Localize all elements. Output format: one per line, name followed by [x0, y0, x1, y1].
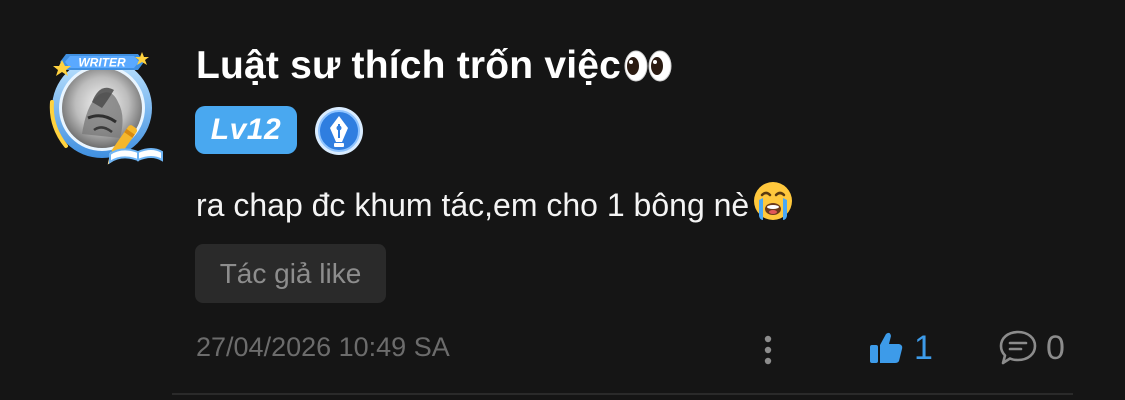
fountain-pen-icon [314, 106, 364, 156]
divider [172, 393, 1073, 395]
eyes-emoji-icon [623, 49, 673, 83]
like-count: 1 [914, 328, 933, 367]
writer-avatar-frame-icon: WRITER [49, 52, 163, 165]
comment-body: ra chap đc khum tác,em cho 1 bông nè [196, 180, 795, 230]
comment-item: WRITER Luật sư thích trốn việc Lv12 ra c… [0, 0, 1125, 400]
loudly-crying-face-emoji-icon [751, 180, 795, 230]
like-button[interactable]: 1 [868, 326, 933, 370]
reply-button[interactable]: 0 [998, 326, 1065, 370]
author-like-chip: Tác giả like [195, 244, 386, 303]
level-badge: Lv12 [195, 106, 297, 154]
avatar-frame-label: WRITER [78, 56, 126, 70]
vertical-dots-icon [764, 335, 772, 365]
user-avatar[interactable]: WRITER [42, 42, 166, 166]
thumbs-up-icon [870, 332, 903, 363]
username[interactable]: Luật sư thích trốn việc [196, 44, 673, 88]
more-options-button[interactable] [750, 328, 786, 372]
reply-count: 0 [1046, 328, 1065, 367]
username-text: Luật sư thích trốn việc [196, 44, 622, 87]
comment-bubble-icon [999, 330, 1037, 365]
comment-timestamp: 27/04/2026 10:49 SA [196, 332, 450, 362]
comment-body-text: ra chap đc khum tác,em cho 1 bông nè [196, 186, 750, 223]
